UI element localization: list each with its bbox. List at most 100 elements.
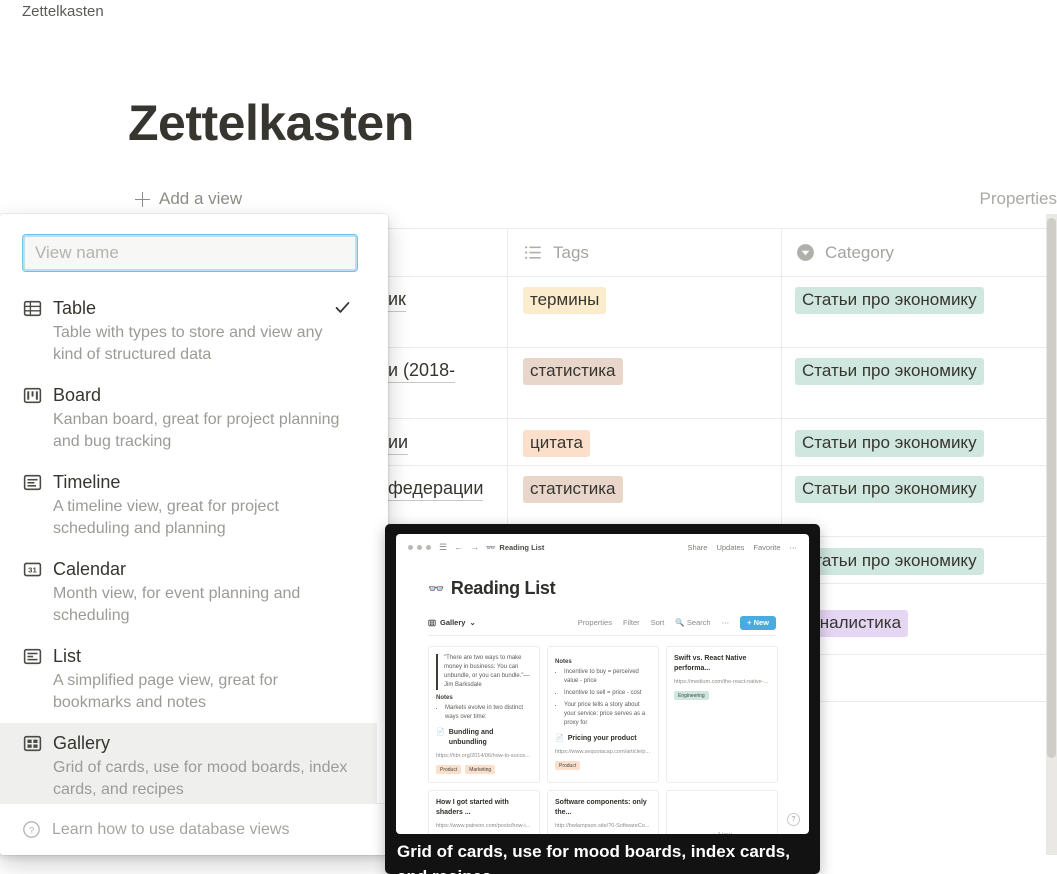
- breadcrumb[interactable]: Zettelkasten: [22, 0, 104, 24]
- chevron-down-icon: ⌄: [469, 618, 476, 627]
- preview-sort-label: Sort: [650, 618, 665, 627]
- panel-scrollbar-thumb[interactable]: [1047, 218, 1056, 758]
- table-cell-tags[interactable]: цитата: [523, 430, 590, 457]
- preview-properties-label: Properties: [577, 618, 612, 627]
- list-icon: [23, 648, 42, 664]
- preview-card-title: 📄 Bundling and unbundling: [436, 728, 532, 748]
- view-type-preview-tooltip: ☰ ← → 👓 Reading List Share Updates Favor…: [385, 524, 820, 874]
- view-option-title: List: [53, 646, 82, 666]
- view-option-title: Gallery: [53, 733, 111, 753]
- learn-database-views-link[interactable]: Learn how to use database views: [52, 821, 289, 839]
- tag-chip: статистика: [523, 358, 623, 385]
- preview-card-title: Software components: only the...: [555, 798, 651, 818]
- view-option-board[interactable]: Board Kanban board, great for project pl…: [0, 375, 377, 462]
- preview-gallery-card: "There are two ways to make money in bus…: [428, 646, 540, 783]
- properties-button[interactable]: Properties: [980, 182, 1057, 216]
- column-divider[interactable]: [507, 229, 508, 276]
- column-header-tags[interactable]: Tags: [523, 229, 589, 276]
- preview-gallery-card: Notes Incentive to buy = perceived value…: [547, 646, 659, 783]
- window-controls: [408, 544, 431, 550]
- preview-card-notes-label: Notes: [436, 695, 453, 701]
- plus-icon: +: [712, 832, 716, 834]
- preview-card-url: http://bwlampson.site/?0-SoftwareCo...: [555, 823, 650, 829]
- page-icon: 📄: [555, 735, 564, 742]
- preview-card-title-text: Pricing your product: [567, 735, 637, 742]
- view-name-input[interactable]: [22, 234, 358, 272]
- row-title-fragment[interactable]: федерации: [388, 478, 484, 501]
- view-option-title: Board: [53, 385, 102, 405]
- help-circle-icon: ?: [23, 821, 40, 838]
- category-chip: Статьи про экономику: [795, 358, 984, 385]
- preview-card-title-text: Swift vs. React Native performa...: [674, 655, 747, 672]
- table-icon: [23, 300, 42, 316]
- view-option-title: Timeline: [53, 472, 121, 492]
- preview-card-title-text: How I got started with shaders ...: [436, 799, 509, 816]
- preview-breadcrumb: 👓 Reading List: [486, 543, 544, 552]
- table-cell-category[interactable]: Статьи про экономику: [795, 548, 984, 575]
- table-row[interactable]: федерации: [388, 478, 484, 501]
- preview-card-bullet: Markets evolve in two distinct ways over…: [445, 704, 532, 722]
- view-picker-scroll-area[interactable]: Table Table with types to store and view…: [0, 214, 388, 855]
- arrow-right-icon: →: [470, 541, 480, 552]
- preview-gallery-new-card: + New: [666, 790, 778, 834]
- view-option-timeline[interactable]: Timeline A timeline view, great for proj…: [0, 462, 377, 549]
- category-chip: Статьи про экономику: [795, 548, 984, 575]
- table-row[interactable]: и (2018-: [388, 360, 456, 383]
- view-name-field[interactable]: [22, 234, 358, 272]
- table-cell-category[interactable]: Статьи про экономику: [795, 476, 984, 503]
- column-divider[interactable]: [781, 229, 782, 276]
- view-type-picker-panel: Table Table with types to store and view…: [0, 214, 388, 855]
- preview-filter-label: Filter: [622, 618, 640, 627]
- hamburger-icon: ☰: [439, 541, 448, 552]
- row-title-fragment[interactable]: ик: [388, 289, 406, 312]
- preview-card-title-text: Bundling and unbundling: [448, 729, 494, 746]
- search-icon: 🔍: [675, 618, 685, 627]
- add-a-view-button[interactable]: Add a view: [135, 182, 242, 216]
- preview-card-bullets: Incentive to buy = perceived value - pri…: [555, 668, 651, 728]
- preview-card-bullet: Incentive to buy = perceived value - pri…: [564, 668, 651, 686]
- table-row[interactable]: ик: [388, 289, 406, 312]
- preview-search: 🔍 Search: [675, 618, 710, 627]
- plus-icon: [135, 191, 150, 207]
- preview-breadcrumb-label: Reading List: [499, 542, 545, 552]
- share-label: Share: [687, 542, 708, 552]
- preview-card-title: How I got started with shaders ...: [436, 798, 532, 818]
- multi-select-icon: [524, 246, 541, 259]
- preview-card-title: 📄 Pricing your product: [555, 734, 651, 744]
- table-cell-tags[interactable]: статистика: [523, 358, 623, 385]
- table-cell-category[interactable]: Статьи про экономику: [795, 358, 984, 385]
- preview-gallery-card: Software components: only the... http://…: [547, 790, 659, 834]
- add-a-view-label: Add a view: [159, 189, 243, 208]
- table-cell-tags[interactable]: статистика: [523, 476, 623, 503]
- table-row[interactable]: ии: [388, 432, 409, 455]
- preview-card-tags: Product Marketing: [436, 765, 532, 774]
- gallery-icon: [23, 735, 42, 751]
- question-icon: ?: [787, 813, 800, 826]
- row-title-fragment[interactable]: и (2018-: [388, 360, 456, 383]
- page-icon: 📄: [436, 729, 445, 736]
- view-option-gallery[interactable]: Gallery Grid of cards, use for mood boar…: [0, 723, 377, 810]
- preview-card-title: Swift vs. React Native performa...: [674, 654, 770, 674]
- preview-topbar: ☰ ← → 👓 Reading List Share Updates Favor…: [396, 534, 809, 560]
- preview-new-card-label: + New: [674, 832, 770, 834]
- view-option-table[interactable]: Table Table with types to store and view…: [0, 288, 377, 375]
- preview-page-title: 👓 Reading List: [428, 578, 556, 599]
- table-cell-category[interactable]: Статьи про экономику: [795, 287, 984, 314]
- category-chip: Статьи про экономику: [795, 430, 984, 457]
- preview-card-tag: Product: [555, 761, 581, 770]
- view-picker-footer[interactable]: ? Learn how to use database views: [0, 803, 388, 855]
- column-header-category[interactable]: Category: [795, 229, 894, 276]
- preview-caption: Grid of cards, use for mood boards, inde…: [397, 842, 790, 874]
- table-cell-tags[interactable]: термины: [523, 287, 607, 314]
- ellipsis-icon: ⋯: [721, 618, 730, 627]
- timeline-icon: [23, 474, 42, 490]
- view-option-calendar[interactable]: 31 Calendar Month view, for event planni…: [0, 549, 377, 636]
- view-option-description: Grid of cards, use for mood boards, inde…: [53, 759, 348, 798]
- view-option-list[interactable]: List A simplified page view, great for b…: [0, 636, 377, 723]
- row-title-fragment[interactable]: ии: [388, 432, 409, 455]
- preview-card-url: https://www.sequoiacap.com/article/p...: [555, 749, 651, 755]
- table-cell-category[interactable]: Статьи про экономику: [795, 430, 984, 457]
- column-header-category-label: Category: [825, 242, 894, 262]
- check-icon: [335, 302, 350, 313]
- svg-text:31: 31: [28, 565, 37, 574]
